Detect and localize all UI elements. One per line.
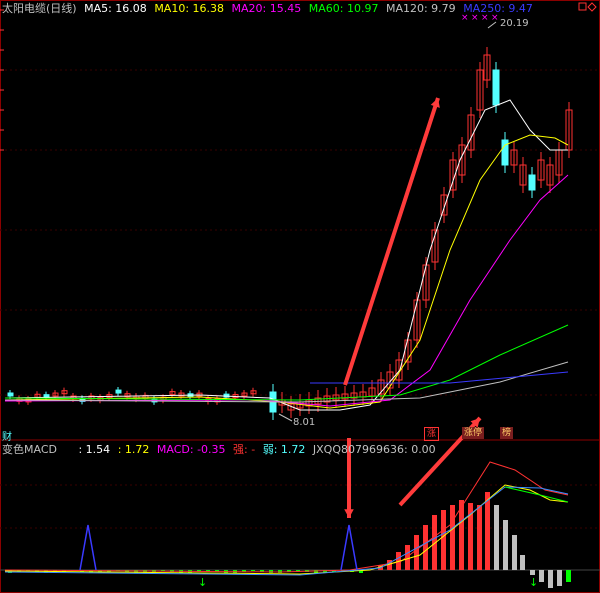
- macd-header: 变色MACD : 1.54 : 1.72 MACD: -0.35 强: - 弱:…: [2, 442, 440, 458]
- down-arrow-icon: ↓: [198, 576, 207, 589]
- macd-hist-bar-red: [485, 492, 490, 570]
- ma120-value: MA120: 9.79: [385, 2, 456, 15]
- macd-hist-bar: [296, 570, 300, 571]
- macd-value: MACD: -0.35: [156, 443, 226, 456]
- ma60-line: [4, 324, 569, 401]
- ma20-line: [4, 174, 569, 407]
- candle-body: [492, 69, 500, 106]
- low-price-label: 8.01: [293, 417, 316, 428]
- macd-line-red: [4, 461, 569, 573]
- high-price-label: 20.19: [500, 18, 529, 29]
- signal-spike: [340, 524, 358, 571]
- restore-icon: [578, 2, 587, 11]
- macd-v1: : 1.54: [78, 443, 111, 456]
- macd-hist-bar-gray: [520, 555, 525, 570]
- ma250-value: MA250: 9.47: [463, 2, 533, 15]
- macd-hist-bar: [251, 570, 255, 571]
- trend-arrow-up: [343, 97, 440, 386]
- ma10-line: [4, 134, 569, 409]
- macd-hist-bar-gray: [503, 520, 508, 570]
- signal-spike: [79, 524, 97, 571]
- macd-hist-bar-gray: [494, 505, 499, 570]
- macd-title: 变色MACD: [2, 443, 57, 456]
- ma5-value: MA5: 16.08: [84, 2, 147, 15]
- macd-hist-bar-red: [441, 510, 446, 570]
- macd-hist-bar-neg: [548, 570, 553, 588]
- macd-line-green: [504, 486, 569, 503]
- chart-window[interactable]: × × × × ↓ ↓ 太阳电缆(日线) MA5: 16.08 MA10: 16.38 M…: [0, 0, 600, 593]
- ma20-value: MA20: 15.45: [231, 2, 302, 15]
- candle-body: [528, 174, 536, 191]
- macd-v2: : 1.72: [117, 443, 150, 456]
- macd-hist-bar-red: [477, 505, 482, 570]
- diamond-icon: [587, 2, 597, 12]
- macd-weak: 弱: 1.72: [262, 443, 306, 456]
- finance-tag[interactable]: 财: [2, 428, 12, 443]
- ma60-value: MA60: 10.97: [308, 2, 379, 15]
- macd-hist-bar-neg: [530, 570, 535, 575]
- candle-body: [115, 389, 122, 394]
- chart-frame: [0, 0, 600, 593]
- badge-limit-up[interactable]: 涨停: [462, 427, 485, 439]
- down-arrow-icon: ↓: [529, 576, 538, 589]
- ma10-value: MA10: 16.38: [154, 2, 225, 15]
- macd-hist-bar: [206, 570, 210, 571]
- badge-rise[interactable]: 涨: [424, 427, 440, 441]
- macd-hist-bar-neg: [539, 570, 544, 582]
- macd-hist-bar-red: [450, 505, 455, 570]
- macd-strong: 强: -: [233, 443, 256, 456]
- macd-hist-bar-neg: [557, 570, 562, 586]
- low-price-pointer: [278, 413, 293, 422]
- macd-hist-bar-gray: [512, 535, 517, 570]
- macd-hist-bar-red: [414, 535, 419, 570]
- macd-hist-bar-red: [423, 525, 428, 570]
- badge-rank[interactable]: 榜: [500, 427, 514, 439]
- macd-hist-bar-last: [566, 570, 571, 582]
- arrow-down-macd-head: [344, 509, 354, 518]
- macd-extra: JXQQ807969636: 0.00: [312, 443, 436, 456]
- stock-title: 太阳电缆(日线): [2, 2, 77, 15]
- candle-body: [7, 392, 14, 397]
- price-header: 太阳电缆(日线) MA5: 16.08 MA10: 16.38 MA20: 15…: [2, 1, 537, 17]
- candlestick-chart[interactable]: × × × ×↓ ↓: [0, 0, 600, 593]
